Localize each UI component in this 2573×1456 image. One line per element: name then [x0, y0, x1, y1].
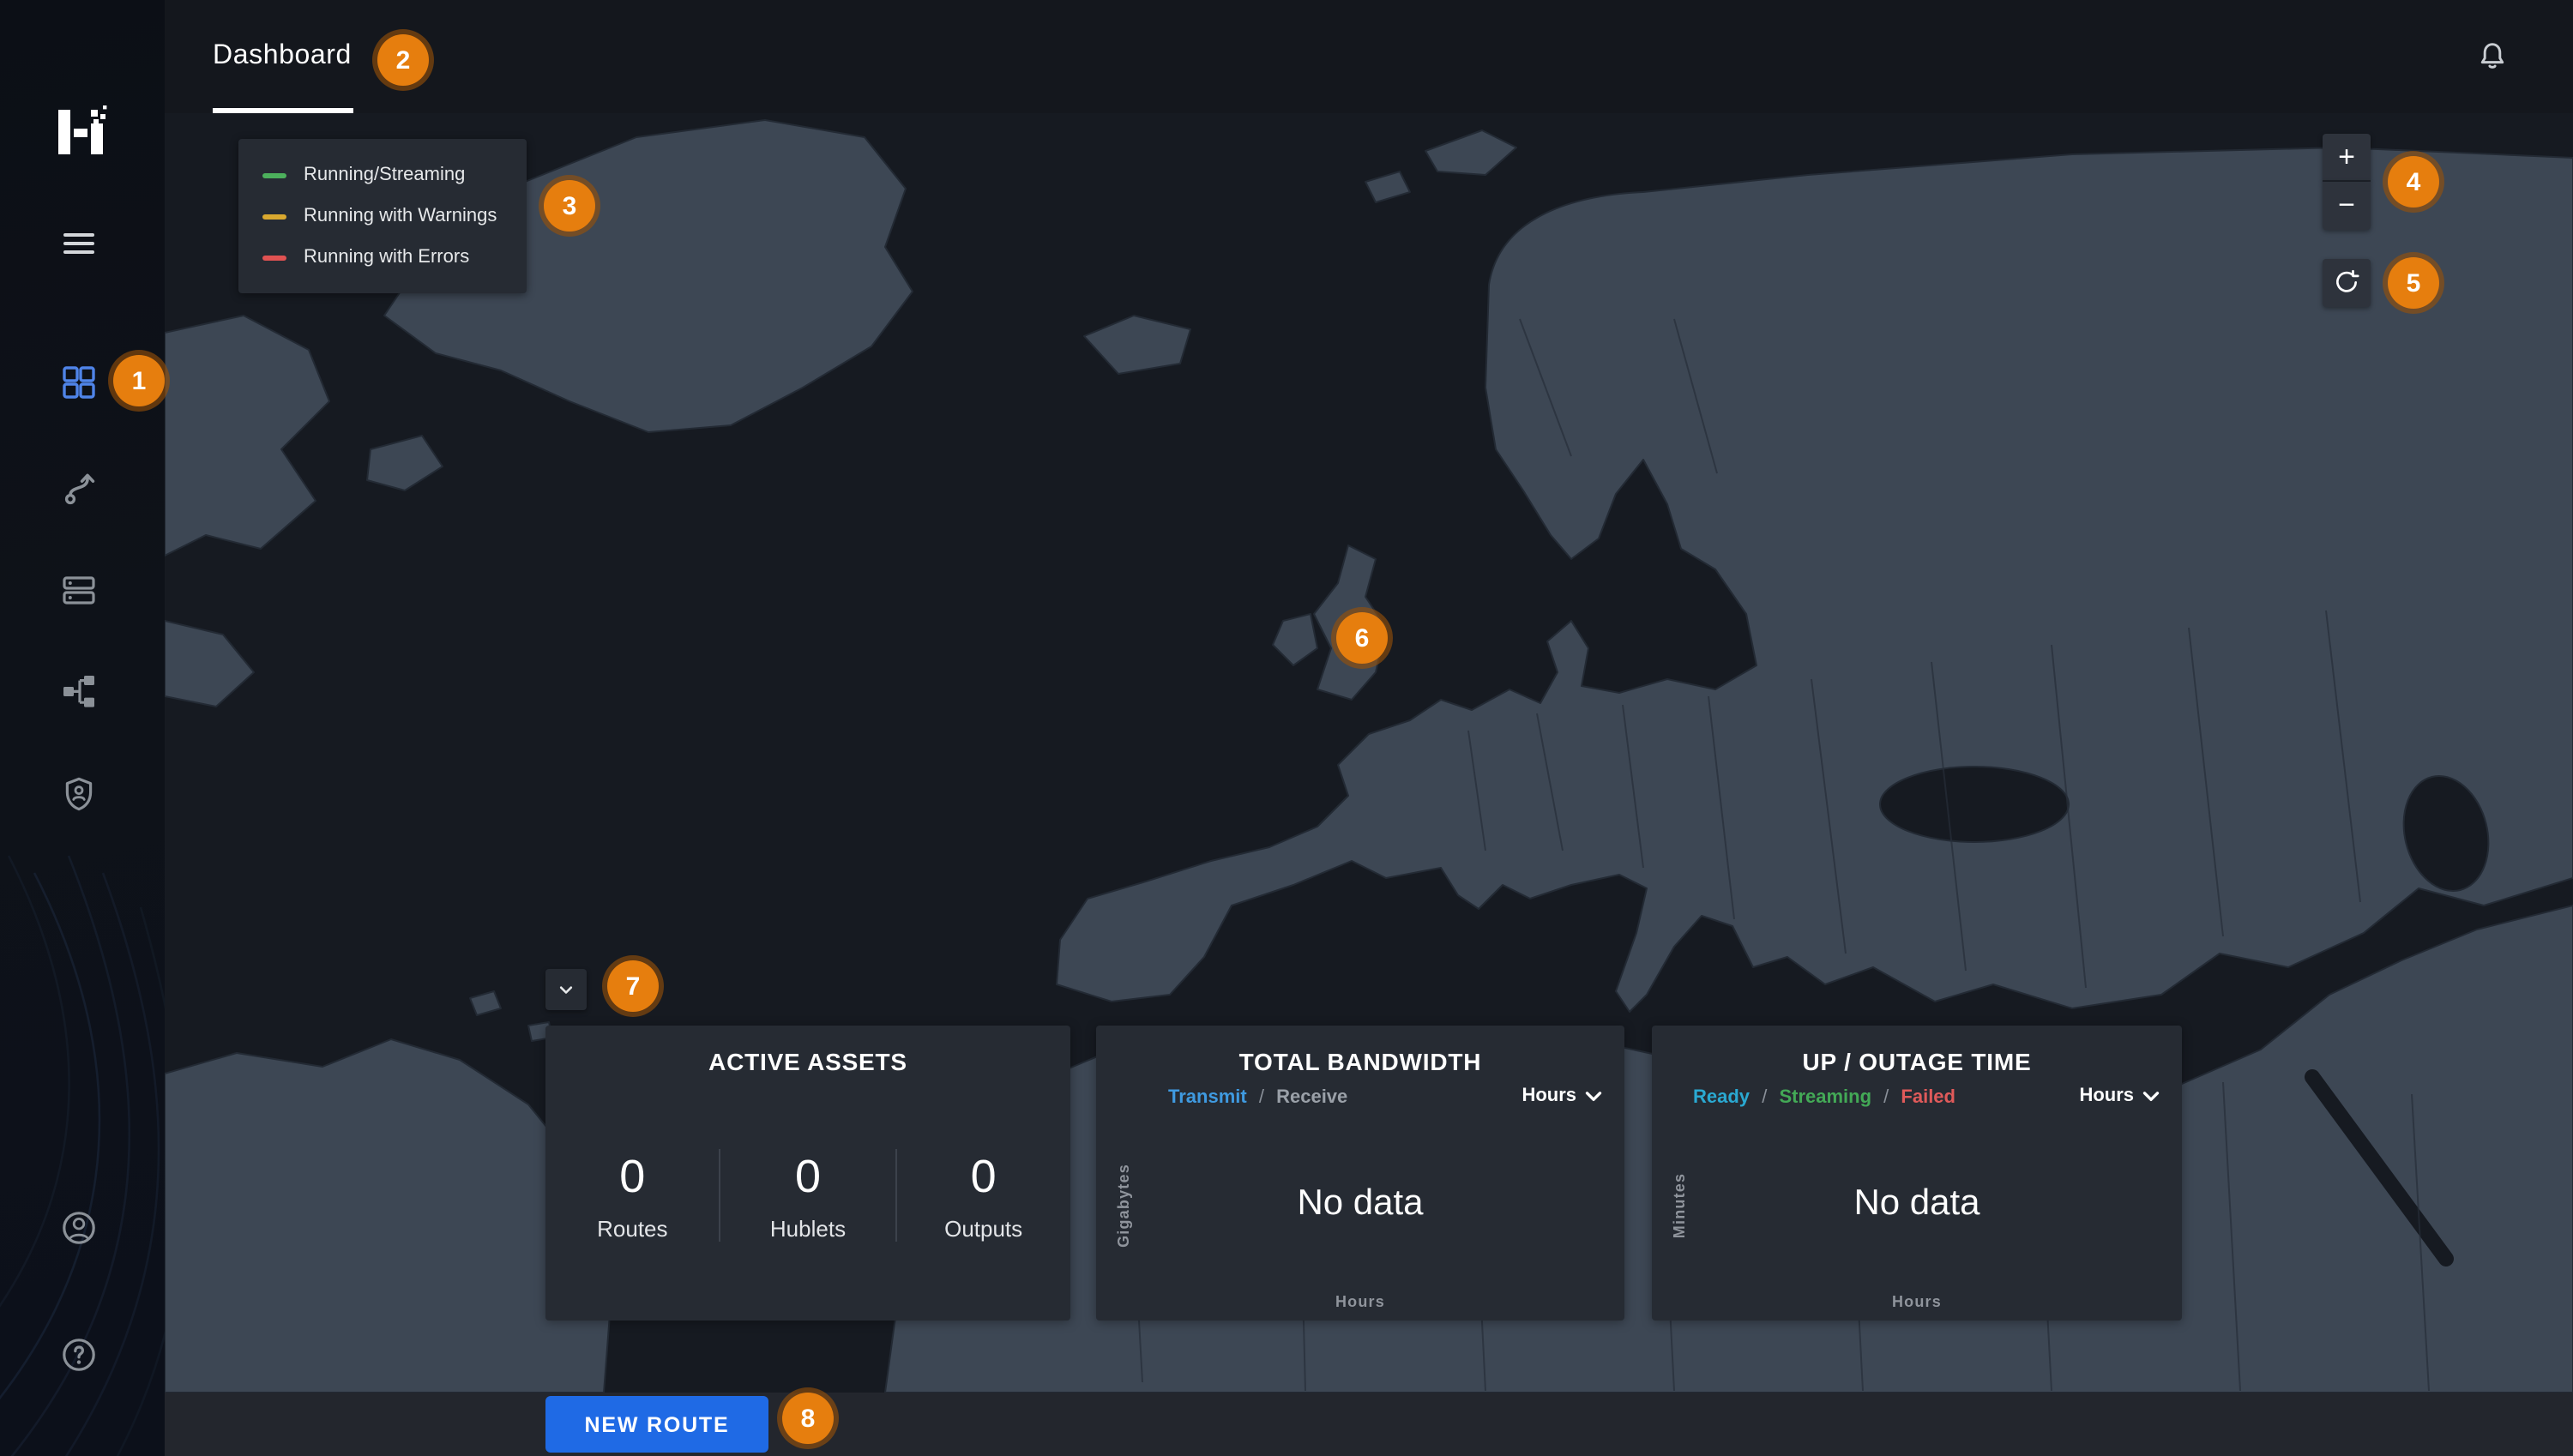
stat-outputs: 0 Outputs [896, 1150, 1070, 1241]
new-route-button[interactable]: NEW ROUTE [545, 1396, 768, 1453]
total-bandwidth-card: TOTAL BANDWIDTH Transmit / Receive Hours… [1096, 1026, 1624, 1321]
bandwidth-empty-state: No data [1096, 1183, 1624, 1224]
legend-item-running-streaming: Running/Streaming [238, 154, 527, 196]
card-title: TOTAL BANDWIDTH [1096, 1048, 1624, 1075]
help-icon [58, 1334, 99, 1375]
annotation-badge-1: 1 [113, 355, 165, 406]
sidebar [0, 0, 165, 1456]
yellow-line-icon [262, 214, 286, 219]
range-value: Hours [1522, 1086, 1576, 1106]
account-circle-icon [58, 1207, 99, 1248]
active-assets-card: ACTIVE ASSETS 0 Routes 0 Hublets 0 Outpu… [545, 1026, 1070, 1321]
annotation-badge-4: 4 [2388, 156, 2439, 208]
stat-label: Outputs [896, 1215, 1070, 1241]
stat-value: 0 [896, 1150, 1070, 1201]
bottom-action-bar: NEW ROUTE [165, 1393, 2573, 1456]
uptime-range-selector[interactable]: Hours [2079, 1086, 2160, 1106]
stat-routes: 0 Routes [545, 1150, 720, 1241]
series-ready-label: Ready [1693, 1087, 1750, 1108]
chevron-down-icon [554, 978, 578, 1002]
tab-active-underline [213, 108, 353, 113]
shield-user-icon [58, 773, 99, 815]
series-labels: Transmit / Receive [1168, 1087, 1347, 1108]
notifications-button[interactable] [2474, 38, 2511, 75]
bandwidth-series-row: Transmit / Receive Hours [1096, 1087, 1624, 1115]
tab-dashboard[interactable]: Dashboard [213, 0, 352, 113]
sidebar-item-dashboard[interactable] [58, 362, 99, 403]
refresh-icon [2331, 268, 2362, 298]
legend-label: Running with Errors [304, 247, 469, 268]
annotation-badge-3: 3 [544, 180, 595, 232]
world-map[interactable]: Running/Streaming Running with Warnings … [165, 113, 2573, 1393]
card-title: UP / OUTAGE TIME [1652, 1048, 2182, 1075]
map-refresh-button[interactable] [2323, 259, 2371, 307]
red-line-icon [262, 255, 286, 260]
panels-collapse-button[interactable] [545, 969, 587, 1010]
chevron-down-icon [1585, 1090, 1602, 1102]
annotation-badge-8: 8 [782, 1393, 834, 1444]
legend-label: Running/Streaming [304, 165, 465, 185]
legend-item-running-errors: Running with Errors [238, 237, 527, 278]
annotation-badge-2: 2 [377, 34, 429, 86]
range-value: Hours [2079, 1086, 2134, 1106]
series-receive-label: Receive [1276, 1087, 1347, 1108]
bell-icon [2474, 38, 2511, 75]
card-title: ACTIVE ASSETS [545, 1048, 1070, 1075]
bandwidth-range-selector[interactable]: Hours [1522, 1086, 1602, 1106]
legend-label: Running with Warnings [304, 206, 497, 226]
sidebar-item-network[interactable] [58, 671, 99, 712]
stat-label: Routes [545, 1215, 720, 1241]
series-failed-label: Failed [1901, 1087, 1955, 1108]
bandwidth-x-axis-label: Hours [1096, 1293, 1624, 1310]
network-tree-icon [58, 671, 99, 712]
sidebar-item-help[interactable] [58, 1334, 99, 1375]
sidebar-item-account[interactable] [58, 1207, 99, 1248]
map-status-legend: Running/Streaming Running with Warnings … [238, 139, 527, 293]
chevron-down-icon [2142, 1090, 2160, 1102]
hamburger-icon [58, 223, 99, 264]
assets-stats-row: 0 Routes 0 Hublets 0 Outputs [545, 1149, 1070, 1242]
series-streaming-label: Streaming [1779, 1087, 1871, 1108]
up-outage-time-card: UP / OUTAGE TIME Ready / Streaming / Fai… [1652, 1026, 2182, 1321]
uptime-empty-state: No data [1652, 1183, 2182, 1224]
zoom-in-button[interactable]: + [2323, 134, 2371, 182]
zoom-out-button[interactable]: − [2323, 182, 2371, 230]
stat-value: 0 [721, 1150, 895, 1201]
annotation-badge-7: 7 [607, 960, 659, 1012]
route-icon [58, 466, 99, 508]
app-window: Dashboard [0, 0, 2573, 1456]
uptime-series-row: Ready / Streaming / Failed Hours [1652, 1087, 2182, 1115]
series-transmit-label: Transmit [1168, 1087, 1247, 1108]
app-logo[interactable] [51, 103, 110, 161]
menu-toggle-button[interactable] [58, 223, 99, 264]
legend-item-running-warnings: Running with Warnings [238, 196, 527, 237]
topbar: Dashboard [165, 0, 2573, 113]
annotation-badge-5: 5 [2388, 257, 2439, 309]
stat-value: 0 [545, 1150, 720, 1201]
sidebar-item-routes[interactable] [58, 466, 99, 508]
zoom-controls: + − [2323, 134, 2371, 230]
green-line-icon [262, 172, 286, 177]
sidebar-item-hublets[interactable] [58, 569, 99, 611]
dashboard-grid-icon [58, 362, 99, 403]
separator: / [1883, 1087, 1889, 1108]
stat-label: Hublets [721, 1215, 895, 1241]
series-labels: Ready / Streaming / Failed [1693, 1087, 1955, 1108]
stat-hublets: 0 Hublets [721, 1150, 895, 1241]
annotation-badge-6: 6 [1336, 612, 1388, 664]
sidebar-item-admin[interactable] [58, 773, 99, 815]
uptime-x-axis-label: Hours [1652, 1293, 2182, 1310]
logo-h-icon [51, 103, 110, 161]
separator: / [1259, 1087, 1264, 1108]
separator: / [1762, 1087, 1767, 1108]
server-icon [58, 569, 99, 611]
sidebar-decor-waves [0, 496, 165, 1456]
